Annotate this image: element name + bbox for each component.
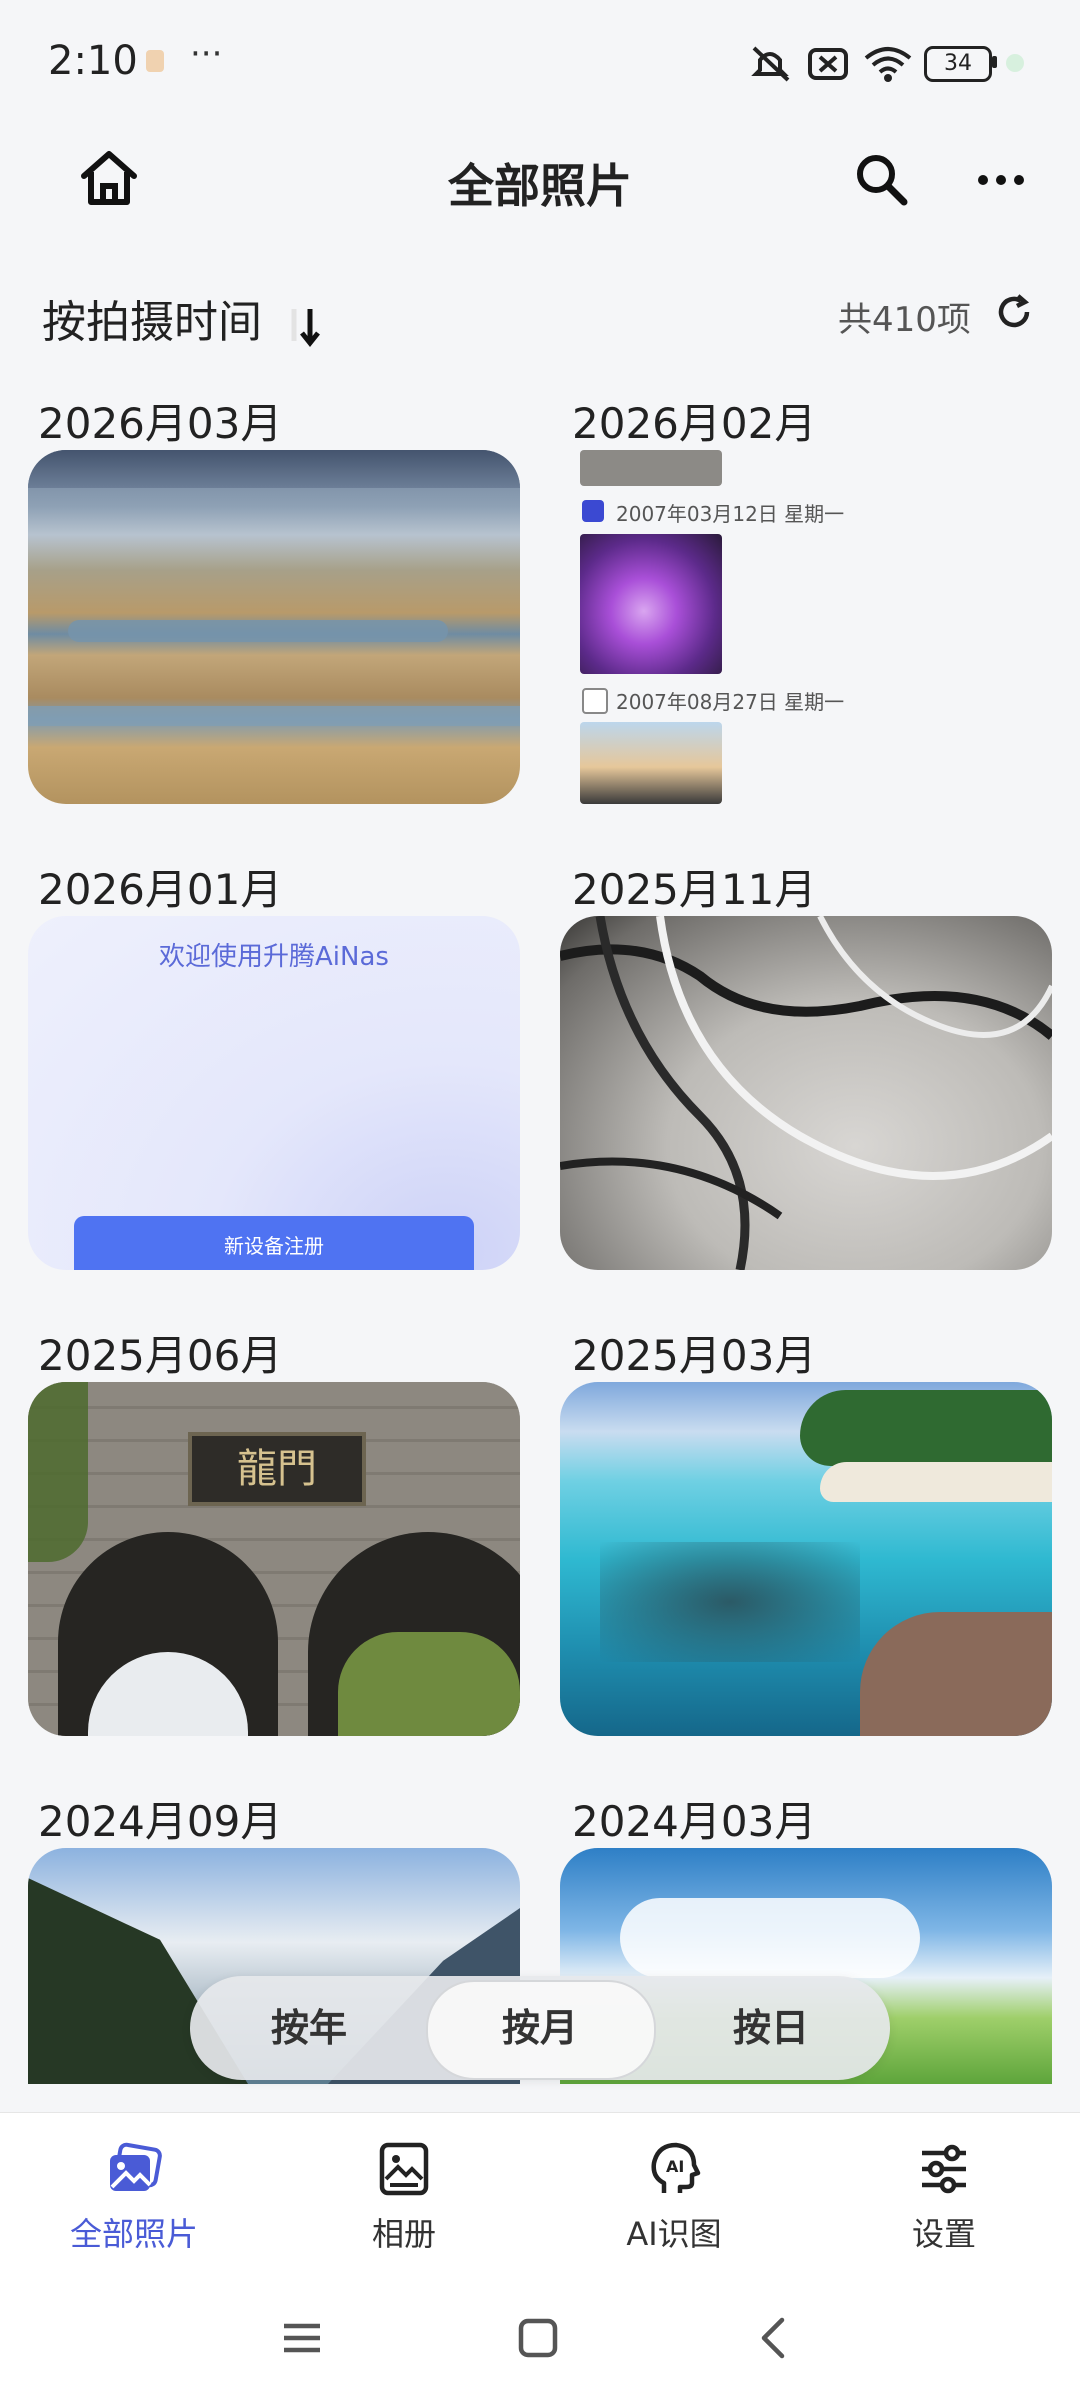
photos-icon <box>110 2142 162 2191</box>
nav-item-ai-recognition[interactable]: AI AI识图 <box>564 2139 784 2255</box>
sort-order-icon <box>291 309 320 348</box>
settings-icon <box>922 2144 966 2194</box>
battery-icon: 34 <box>924 46 992 82</box>
nav-label: 相册 <box>371 2215 436 2253</box>
gate-sign: 龍門 <box>188 1432 366 1506</box>
photo-thumbnail[interactable] <box>560 916 1052 1270</box>
group-date: 2025月03月 <box>572 1331 817 1380</box>
view-mode-day[interactable]: 按日 <box>656 1976 886 2080</box>
collage-text: 2007年08月27日 星期一 <box>616 690 845 714</box>
bottom-navigation: 全部照片 相册 AI AI识图 设置 <box>0 2112 1080 2297</box>
nav-item-all-photos[interactable]: 全部照片 <box>24 2139 244 2255</box>
sim-off-icon <box>808 48 848 80</box>
group-date: 2026月02月 <box>572 399 817 448</box>
sort-label: 按拍摄时间 <box>42 297 262 348</box>
nav-item-album[interactable]: 相册 <box>294 2139 514 2255</box>
refresh-icon[interactable] <box>994 292 1034 332</box>
photo-thumbnail[interactable] <box>560 1382 1052 1736</box>
nav-label: AI识图 <box>626 2215 722 2253</box>
album-icon <box>379 2142 429 2196</box>
group-date: 2026月03月 <box>38 399 283 448</box>
more-icon[interactable] <box>976 170 1026 190</box>
welcome-text: 欢迎使用升腾AiNas <box>159 942 389 972</box>
group-date: 2024月03月 <box>572 1797 817 1846</box>
status-more: ··· <box>190 34 223 74</box>
view-mode-switch: 按年 按月 按日 <box>190 1976 890 2080</box>
menu-icon[interactable] <box>280 2316 324 2360</box>
home-nav-icon[interactable] <box>516 2316 560 2360</box>
privacy-dot-icon <box>1006 54 1024 72</box>
battery-tip <box>992 56 997 68</box>
view-mode-year[interactable]: 按年 <box>194 1976 424 2080</box>
nav-label: 全部照片 <box>69 2215 198 2253</box>
photo-thumbnail[interactable]: 欢迎使用升腾AiNas 新设备注册 <box>28 916 520 1270</box>
system-navigation-bar <box>0 2296 1080 2400</box>
back-icon[interactable] <box>752 2316 796 2360</box>
sort-button[interactable]: 按拍摄时间 <box>42 286 322 350</box>
search-icon[interactable] <box>854 152 910 208</box>
view-mode-month[interactable]: 按月 <box>425 1976 655 2080</box>
photo-thumbnail[interactable] <box>28 450 520 804</box>
collage-text: 2007年03月12日 星期一 <box>616 502 845 526</box>
group-date: 2025月11月 <box>572 865 817 914</box>
photo-count: 共410项 <box>838 300 971 340</box>
status-bar: 2:10 ··· 34 <box>0 0 1080 120</box>
nav-item-settings[interactable]: 设置 <box>834 2139 1054 2255</box>
photo-thumbnail[interactable]: 2007年03月12日 星期一 2007年08月27日 星期一 <box>560 450 1052 804</box>
svg-text:AI: AI <box>666 2157 684 2176</box>
group-date: 2024月09月 <box>38 1797 283 1846</box>
register-button: 新设备注册 <box>74 1216 474 1270</box>
app-notification-icon <box>146 50 164 72</box>
group-date: 2025月06月 <box>38 1331 283 1380</box>
nav-label: 设置 <box>911 2215 976 2253</box>
wifi-icon <box>864 47 912 82</box>
photo-thumbnail[interactable]: 龍門 <box>28 1382 520 1736</box>
mute-icon <box>751 46 790 82</box>
page-title: 全部照片 <box>448 159 632 213</box>
ai-recognition-icon: AI <box>651 2142 701 2193</box>
group-date: 2026月01月 <box>38 865 283 914</box>
status-time: 2:10 <box>48 38 138 84</box>
